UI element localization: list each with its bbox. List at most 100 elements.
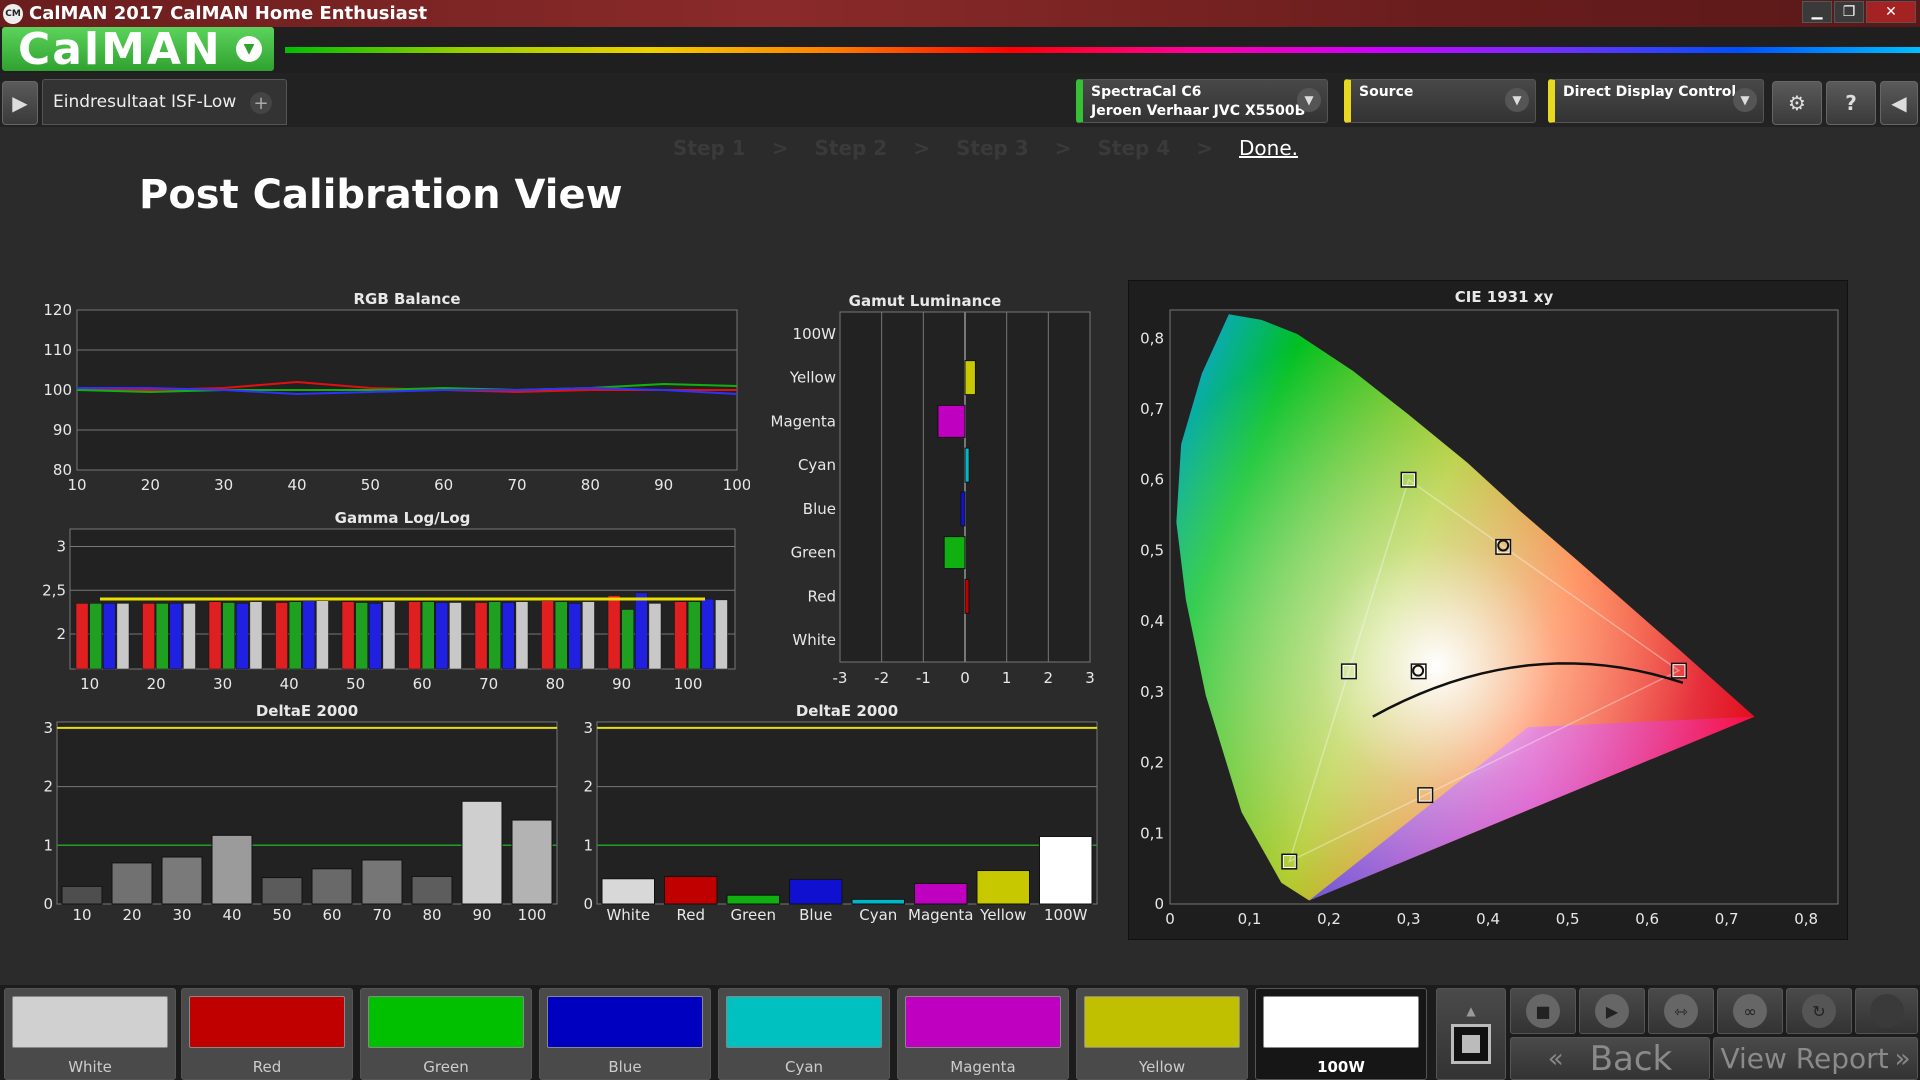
- minimize-button[interactable]: ▁: [1802, 1, 1832, 23]
- window-title: CalMAN 2017 CalMAN Home Enthusiast: [29, 3, 428, 24]
- gamma-bar: [249, 601, 263, 670]
- x-tick-label: 1: [1002, 669, 1012, 687]
- toolbar: ▶ Eindresultaat ISF-Low + SpectraCal C6 …: [0, 73, 1920, 127]
- swatch-color: [1084, 996, 1240, 1048]
- gamma-bar: [316, 600, 329, 670]
- step-1-link[interactable]: Step 1: [673, 136, 746, 160]
- gamma-bar: [568, 603, 582, 670]
- spectrum-strip: [285, 47, 1920, 53]
- swatch-100w-button[interactable]: 100W: [1255, 988, 1427, 1080]
- gamma-bar: [607, 595, 621, 670]
- x-tick-label: 0,5: [1556, 910, 1580, 928]
- x-tick-label: 60: [434, 476, 453, 493]
- gamma-bar: [541, 600, 554, 670]
- expand-left-button[interactable]: ▶: [2, 81, 38, 125]
- refresh-icon: ↻: [1802, 994, 1836, 1028]
- gamma-bar: [155, 603, 169, 670]
- category-label: Yellow: [789, 369, 836, 387]
- meter-device-selector[interactable]: SpectraCal C6 Jeroen Verhaar JVC X5500B …: [1076, 79, 1328, 123]
- x-tick-label: 100: [674, 675, 703, 693]
- step-2-link[interactable]: Step 2: [815, 136, 888, 160]
- swatch-color: [547, 996, 703, 1048]
- swatch-magenta-button[interactable]: Magenta: [897, 988, 1069, 1080]
- step-3-link[interactable]: Step 3: [956, 136, 1029, 160]
- loop-icon: ∞: [1733, 994, 1767, 1028]
- gamma-bar: [288, 601, 302, 670]
- gamma-bar: [302, 600, 316, 670]
- refresh-button[interactable]: ↻: [1786, 988, 1852, 1034]
- fit-button[interactable]: ⇿: [1648, 988, 1714, 1034]
- swatch-label: White: [68, 1058, 112, 1076]
- settings-button[interactable]: ⚙: [1772, 81, 1822, 125]
- x-tick-label: 100W: [1044, 906, 1088, 924]
- x-tick-label: 0,8: [1794, 910, 1818, 928]
- stop-button[interactable]: ■: [1510, 988, 1576, 1034]
- y-tick-label: 0: [1154, 895, 1164, 913]
- swatch-cyan-button[interactable]: Cyan: [718, 988, 890, 1080]
- maximize-button[interactable]: ❐: [1834, 1, 1864, 23]
- step-4-link[interactable]: Step 4: [1098, 136, 1171, 160]
- swatch-label: Cyan: [784, 1058, 824, 1076]
- luminance-bar: [964, 360, 976, 396]
- deltae-bar: [211, 834, 253, 905]
- gamma-bar: [341, 601, 355, 670]
- gamma-bar: [103, 603, 116, 670]
- step-done-link[interactable]: Done.: [1239, 136, 1298, 160]
- display-device-selector[interactable]: Direct Display Control ▼: [1548, 79, 1764, 123]
- x-tick-label: 40: [280, 675, 299, 693]
- chart-title: RGB Balance: [353, 290, 460, 308]
- swatch-color: [1263, 996, 1419, 1048]
- x-tick-label: Yellow: [979, 906, 1026, 924]
- view-report-button[interactable]: View Report »: [1713, 1037, 1918, 1080]
- x-tick-label: 30: [172, 906, 191, 924]
- tab-eindresultaat[interactable]: Eindresultaat ISF-Low +: [42, 79, 287, 125]
- up-icon: ▲: [1466, 1004, 1476, 1018]
- play-button[interactable]: ▶: [1579, 988, 1645, 1034]
- gamma-bar: [648, 603, 662, 670]
- x-tick-label: Green: [731, 906, 776, 924]
- category-label: Magenta: [771, 412, 836, 430]
- gamma-bar: [554, 601, 568, 670]
- add-tab-button[interactable]: +: [250, 92, 272, 114]
- y-tick-label: 120: [43, 301, 72, 319]
- stop-measure-button[interactable]: ▲: [1436, 988, 1506, 1080]
- category-label: White: [792, 631, 836, 649]
- swatch-green-button[interactable]: Green: [360, 988, 532, 1080]
- x-tick-label: 70: [507, 476, 526, 493]
- help-button[interactable]: ?: [1826, 81, 1876, 125]
- deltae-bar: [976, 870, 1030, 905]
- x-tick-label: -1: [916, 669, 931, 687]
- view-report-label: View Report: [1720, 1042, 1889, 1075]
- y-tick-label: 0: [43, 895, 53, 913]
- swatch-red-button[interactable]: Red: [181, 988, 353, 1080]
- x-tick-label: 50: [346, 675, 365, 693]
- deltae-bar: [511, 819, 553, 905]
- back-button[interactable]: « Back: [1510, 1037, 1710, 1080]
- x-tick-label: 0,3: [1397, 910, 1421, 928]
- deltae-bar: [411, 875, 453, 905]
- record-button[interactable]: [1855, 988, 1918, 1034]
- collapse-right-button[interactable]: ◀: [1880, 81, 1918, 125]
- swatch-white-button[interactable]: White: [4, 988, 176, 1080]
- loop-button[interactable]: ∞: [1717, 988, 1783, 1034]
- source-device-selector[interactable]: Source ▼: [1344, 79, 1536, 123]
- brand-menu-button[interactable]: CalMAN ▼: [2, 24, 274, 75]
- deltae-bar: [61, 885, 103, 905]
- gamma-bar: [421, 601, 435, 670]
- deltae-bar: [789, 878, 843, 905]
- x-tick-label: 40: [287, 476, 306, 493]
- x-tick-label: 10: [80, 675, 99, 693]
- x-tick-label: Red: [677, 906, 706, 924]
- swatch-blue-button[interactable]: Blue: [539, 988, 711, 1080]
- swatch-yellow-button[interactable]: Yellow: [1076, 988, 1248, 1080]
- page-title: Post Calibration View: [139, 172, 623, 218]
- y-tick-label: 0,4: [1140, 612, 1164, 630]
- gamma-bar: [502, 602, 515, 670]
- x-tick-label: 30: [213, 675, 232, 693]
- chart-title: DeltaE 2000: [796, 702, 898, 720]
- x-tick-label: 90: [654, 476, 673, 493]
- x-tick-label: 0: [960, 669, 970, 687]
- x-tick-label: 100: [723, 476, 750, 493]
- close-button[interactable]: ✕: [1866, 1, 1916, 23]
- x-tick-label: 80: [422, 906, 441, 924]
